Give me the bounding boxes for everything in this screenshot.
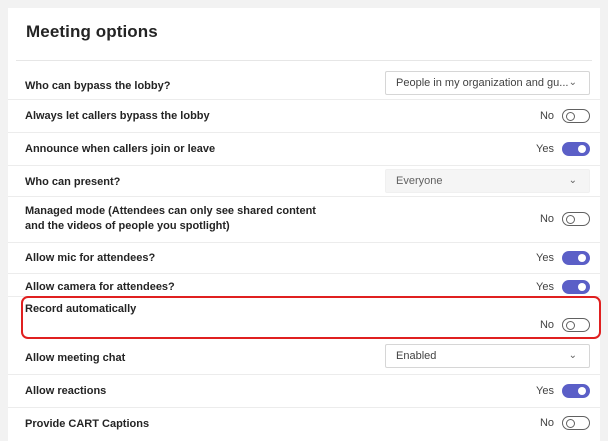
allow-reactions-toggle-group: Yes xyxy=(536,384,590,398)
option-label: Allow camera for attendees? xyxy=(25,281,175,293)
option-label-line2: and the videos of people you spotlight) xyxy=(25,220,230,232)
option-row-allow-mic: Allow mic for attendees? Yes xyxy=(8,243,600,274)
option-label: Who can present? xyxy=(25,176,121,188)
title-divider xyxy=(16,60,592,61)
option-row-announce-callers: Announce when callers join or leave Yes xyxy=(8,133,600,166)
toggle-state-text: Yes xyxy=(536,252,554,264)
announce-callers-toggle-group: Yes xyxy=(536,142,590,156)
chevron-down-icon: ⌄ xyxy=(568,77,577,88)
option-row-meeting-chat: Allow meeting chat Enabled ⌄ xyxy=(8,342,600,375)
option-label: Provide CART Captions xyxy=(25,418,150,430)
toggle-state-text: No xyxy=(539,417,554,429)
option-row-managed-mode: Managed mode (Attendees can only see sha… xyxy=(8,197,600,243)
meeting-options-panel: Meeting options Who can bypass the lobby… xyxy=(8,8,601,441)
option-label: Announce when callers join or leave xyxy=(25,143,216,155)
page-title: Meeting options xyxy=(26,22,158,41)
record-automatically-toggle-group: No xyxy=(540,318,590,332)
dropdown-value: People in my organization and gu... xyxy=(396,77,569,89)
option-label: Allow reactions xyxy=(25,385,107,397)
toggle-state-text: Yes xyxy=(536,143,554,155)
option-row-callers-bypass: Always let callers bypass the lobby No xyxy=(8,100,600,133)
record-automatically-toggle[interactable] xyxy=(562,318,590,332)
option-row-who-can-present: Who can present? Everyone ⌄ xyxy=(8,166,600,197)
option-label: Managed mode (Attendees can only see sha… xyxy=(25,204,316,234)
managed-mode-toggle[interactable] xyxy=(562,212,590,226)
dropdown-value: Everyone xyxy=(396,175,443,187)
allow-camera-toggle-group: Yes xyxy=(536,280,590,294)
cart-captions-toggle-group: No xyxy=(540,416,590,430)
option-label-line1: Managed mode (Attendees can only see sha… xyxy=(25,205,316,217)
toggle-state-text: Yes xyxy=(536,281,554,293)
callers-bypass-toggle[interactable] xyxy=(562,109,590,123)
chevron-down-icon: ⌄ xyxy=(568,175,577,186)
allow-mic-toggle-group: Yes xyxy=(536,251,590,265)
bypass-lobby-dropdown[interactable]: People in my organization and gu... ⌄ xyxy=(385,71,590,95)
dropdown-value: Enabled xyxy=(396,350,437,362)
option-label: Record automatically xyxy=(25,303,137,315)
allow-camera-toggle[interactable] xyxy=(562,280,590,294)
option-label: Always let callers bypass the lobby xyxy=(25,110,210,122)
allow-reactions-toggle[interactable] xyxy=(562,384,590,398)
toggle-state-text: No xyxy=(539,110,554,122)
who-can-present-dropdown[interactable]: Everyone ⌄ xyxy=(385,169,590,193)
toggle-state-text: No xyxy=(539,213,554,225)
option-label: Allow meeting chat xyxy=(25,352,126,364)
allow-mic-toggle[interactable] xyxy=(562,251,590,265)
meeting-chat-dropdown[interactable]: Enabled ⌄ xyxy=(385,344,590,368)
option-row-cart-captions: Provide CART Captions No xyxy=(8,408,600,438)
chevron-down-icon: ⌄ xyxy=(568,350,577,361)
cart-captions-toggle[interactable] xyxy=(562,416,590,430)
managed-mode-toggle-group: No xyxy=(540,212,590,226)
announce-callers-toggle[interactable] xyxy=(562,142,590,156)
option-row-bypass-lobby: Who can bypass the lobby? People in my o… xyxy=(8,68,600,100)
option-row-allow-camera: Allow camera for attendees? Yes xyxy=(8,274,600,297)
toggle-state-text: Yes xyxy=(536,385,554,397)
option-row-record-automatically: Record automatically No xyxy=(8,297,600,338)
option-label: Allow mic for attendees? xyxy=(25,252,156,264)
option-row-allow-reactions: Allow reactions Yes xyxy=(8,375,600,408)
callers-bypass-toggle-group: No xyxy=(540,109,590,123)
option-label: Who can bypass the lobby? xyxy=(25,80,171,92)
toggle-state-text: No xyxy=(539,319,554,331)
